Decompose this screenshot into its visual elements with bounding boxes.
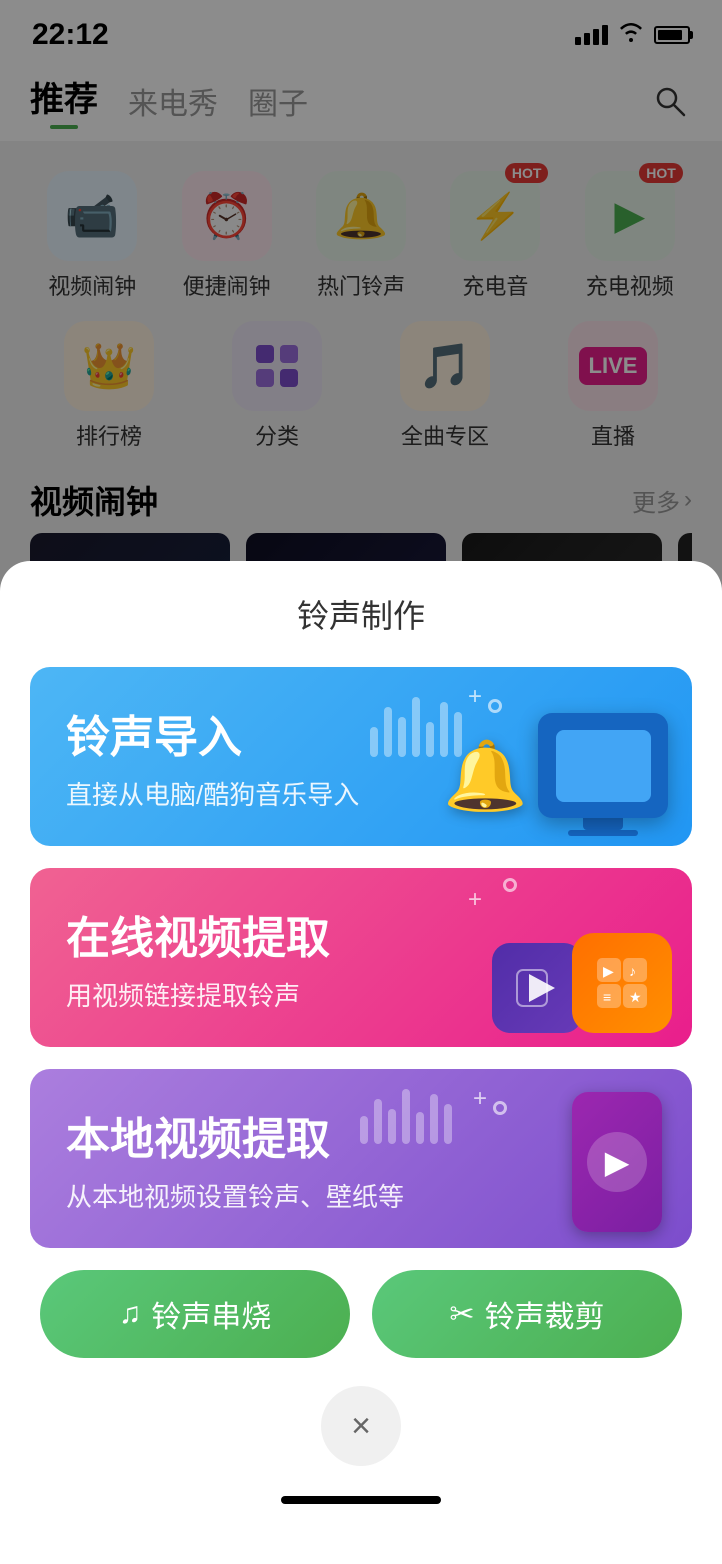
plus-deco-2: +	[468, 886, 482, 914]
bottom-action-buttons: ♫ 铃声串烧 ✂ 铃声裁剪	[30, 1270, 692, 1358]
svg-text:≡: ≡	[603, 989, 611, 1005]
circle-deco-2	[503, 878, 517, 892]
music-note-icon: ♫	[119, 1297, 142, 1331]
card-local-video-illustration: ▶	[572, 1092, 662, 1232]
card-online-video-illustration: ▶ ♪ ≡ ★	[492, 933, 672, 1033]
video-3d-icon	[492, 943, 582, 1033]
plus-deco-1: +	[468, 683, 482, 711]
medley-label: 铃声串烧	[151, 1292, 271, 1336]
svg-text:▶: ▶	[603, 963, 614, 979]
card-import-illustration: 🔔	[443, 713, 668, 836]
circle-deco-3	[493, 1101, 507, 1115]
card-online-video[interactable]: 在线视频提取 用视频链接提取铃声 ▶	[30, 868, 692, 1047]
trim-button[interactable]: ✂ 铃声裁剪	[372, 1270, 682, 1358]
purple-waves-deco	[360, 1089, 452, 1144]
video-extract-icon: ▶ ♪ ≡ ★	[572, 933, 672, 1033]
svg-text:★: ★	[629, 989, 642, 1005]
phone-icon: ▶	[572, 1092, 662, 1232]
modal-overlay: 铃声制作 铃声导入 直接从电脑/酷狗音乐导入 🔔	[0, 0, 722, 1564]
bottom-sheet: 铃声制作 铃声导入 直接从电脑/酷狗音乐导入 🔔	[0, 561, 722, 1564]
card-local-video[interactable]: 本地视频提取 从本地视频设置铃声、壁纸等 ▶ +	[30, 1069, 692, 1248]
home-bar	[281, 1496, 441, 1504]
circle-deco-1	[488, 699, 502, 713]
close-area: ×	[30, 1358, 692, 1486]
card-local-video-subtitle: 从本地视频设置铃声、壁纸等	[66, 1177, 656, 1214]
home-indicator	[30, 1486, 692, 1524]
close-button[interactable]: ×	[321, 1386, 401, 1466]
scissors-icon: ✂	[449, 1297, 474, 1332]
svg-text:♪: ♪	[629, 963, 636, 979]
trim-label: 铃声裁剪	[485, 1292, 605, 1336]
close-icon: ×	[351, 1407, 371, 1446]
plus-deco-3: +	[473, 1085, 487, 1113]
sheet-title: 铃声制作	[30, 591, 692, 637]
bell-icon: 🔔	[443, 736, 528, 816]
medley-button[interactable]: ♫ 铃声串烧	[40, 1270, 350, 1358]
card-import[interactable]: 铃声导入 直接从电脑/酷狗音乐导入 🔔 +	[30, 667, 692, 846]
